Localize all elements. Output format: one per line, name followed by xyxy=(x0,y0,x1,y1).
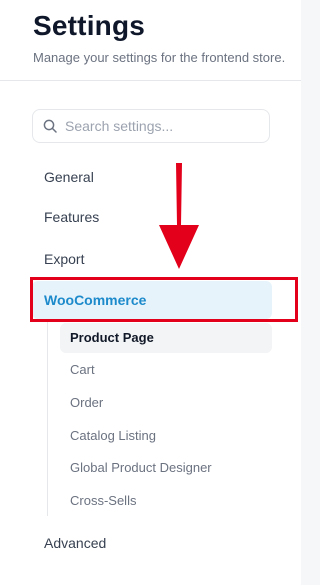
nav-item-features[interactable]: Features xyxy=(44,209,99,225)
nav-item-export[interactable]: Export xyxy=(44,251,84,267)
annotation-highlight-box xyxy=(30,277,298,322)
submenu-item-order[interactable]: Order xyxy=(70,395,103,410)
nav-item-advanced[interactable]: Advanced xyxy=(44,535,106,551)
search-icon xyxy=(43,119,57,133)
submenu-item-catalog-listing[interactable]: Catalog Listing xyxy=(70,428,156,443)
submenu-item-cross-sells[interactable]: Cross-Sells xyxy=(70,493,136,508)
page-title: Settings xyxy=(33,10,146,41)
page-header: Settings Manage your settings for the fr… xyxy=(0,0,301,81)
submenu-item-cart[interactable]: Cart xyxy=(70,362,95,377)
submenu-item-global-product-designer[interactable]: Global Product Designer xyxy=(70,460,212,475)
nav-item-general[interactable]: General xyxy=(44,169,94,185)
page-subtitle: Manage your settings for the frontend st… xyxy=(33,50,286,65)
search-box[interactable] xyxy=(32,109,270,143)
submenu-item-product-page[interactable]: Product Page xyxy=(70,330,154,345)
submenu-guide-line xyxy=(47,322,48,516)
arrow-down-icon xyxy=(159,163,199,269)
search-input[interactable] xyxy=(65,110,261,142)
